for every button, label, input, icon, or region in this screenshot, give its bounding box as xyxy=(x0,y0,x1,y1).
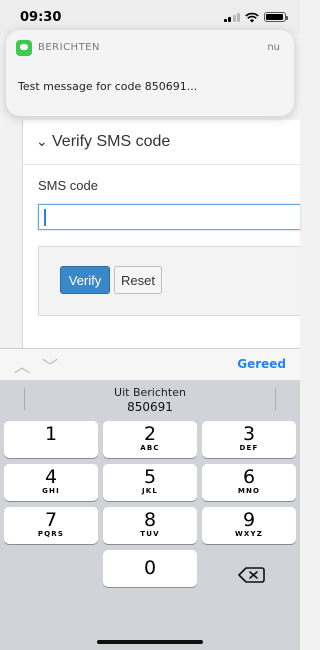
key-0[interactable]: 0 xyxy=(103,550,197,587)
key-letters: JKL xyxy=(141,487,159,495)
key-5[interactable]: 5 JKL xyxy=(103,464,197,501)
status-icons xyxy=(223,11,288,23)
message-notification[interactable]: BERICHTEN nu Test message for code 85069… xyxy=(6,30,294,116)
autofill-suggestion[interactable]: Uit Berichten 850691 xyxy=(24,384,276,418)
notification-message: Test message for code 850691... xyxy=(18,80,198,93)
key-digit: 2 xyxy=(143,423,157,445)
home-indicator xyxy=(97,640,203,644)
numeric-keyboard: Uit Berichten 850691 1 2 ABC 3 DEF 4 GHI… xyxy=(0,380,300,650)
key-digit: 1 xyxy=(44,423,58,445)
chevron-down-icon[interactable]: ﹀ xyxy=(42,353,58,377)
key-digit: 6 xyxy=(242,466,256,488)
wifi-icon xyxy=(245,12,259,22)
notification-app-name: BERICHTEN xyxy=(38,42,100,53)
section-header[interactable]: ⌄ Verify SMS code xyxy=(22,124,300,165)
verify-button[interactable]: Verify xyxy=(60,266,110,294)
keyboard-accessory-bar: ︿ ﹀ Gereed xyxy=(0,348,300,380)
key-letters: ABC xyxy=(140,444,160,452)
key-1[interactable]: 1 xyxy=(4,421,98,458)
done-button[interactable]: Gereed xyxy=(237,357,286,371)
key-digit: 3 xyxy=(242,423,256,445)
signal-icon xyxy=(223,12,240,22)
key-4[interactable]: 4 GHI xyxy=(4,464,98,501)
suggestion-divider xyxy=(275,388,276,410)
sms-code-input[interactable] xyxy=(38,204,300,230)
key-letters: MNO xyxy=(237,487,261,495)
key-letters: GHI xyxy=(42,487,60,495)
key-letters: TUV xyxy=(140,530,160,538)
key-8[interactable]: 8 TUV xyxy=(103,507,197,544)
key-digit: 9 xyxy=(242,509,256,531)
reset-button[interactable]: Reset xyxy=(114,266,162,294)
key-letters: WXYZ xyxy=(234,530,264,538)
battery-icon xyxy=(264,12,288,22)
status-bar: 09:30 xyxy=(0,0,300,34)
key-digit: 8 xyxy=(143,509,157,531)
suggestion-code: 850691 xyxy=(127,400,173,414)
chevron-up-icon[interactable]: ︿ xyxy=(14,353,30,377)
messages-icon xyxy=(16,40,32,56)
key-digit: 0 xyxy=(143,557,157,579)
chevron-down-icon: ⌄ xyxy=(36,134,48,150)
key-9[interactable]: 9 WXYZ xyxy=(202,507,296,544)
key-digit: 7 xyxy=(44,509,58,531)
backspace-icon[interactable] xyxy=(237,566,265,584)
suggestion-source: Uit Berichten xyxy=(114,386,186,399)
text-caret xyxy=(44,209,46,226)
key-6[interactable]: 6 MNO xyxy=(202,464,296,501)
status-time: 09:30 xyxy=(20,10,62,25)
key-digit: 4 xyxy=(44,466,58,488)
key-3[interactable]: 3 DEF xyxy=(202,421,296,458)
key-digit: 5 xyxy=(143,466,157,488)
key-7[interactable]: 7 PQRS xyxy=(4,507,98,544)
sms-code-label: SMS code xyxy=(38,178,98,193)
key-letters: PQRS xyxy=(37,530,65,538)
key-2[interactable]: 2 ABC xyxy=(103,421,197,458)
key-letters: DEF xyxy=(239,444,259,452)
notification-time: nu xyxy=(267,42,280,53)
section-title: Verify SMS code xyxy=(52,133,171,150)
